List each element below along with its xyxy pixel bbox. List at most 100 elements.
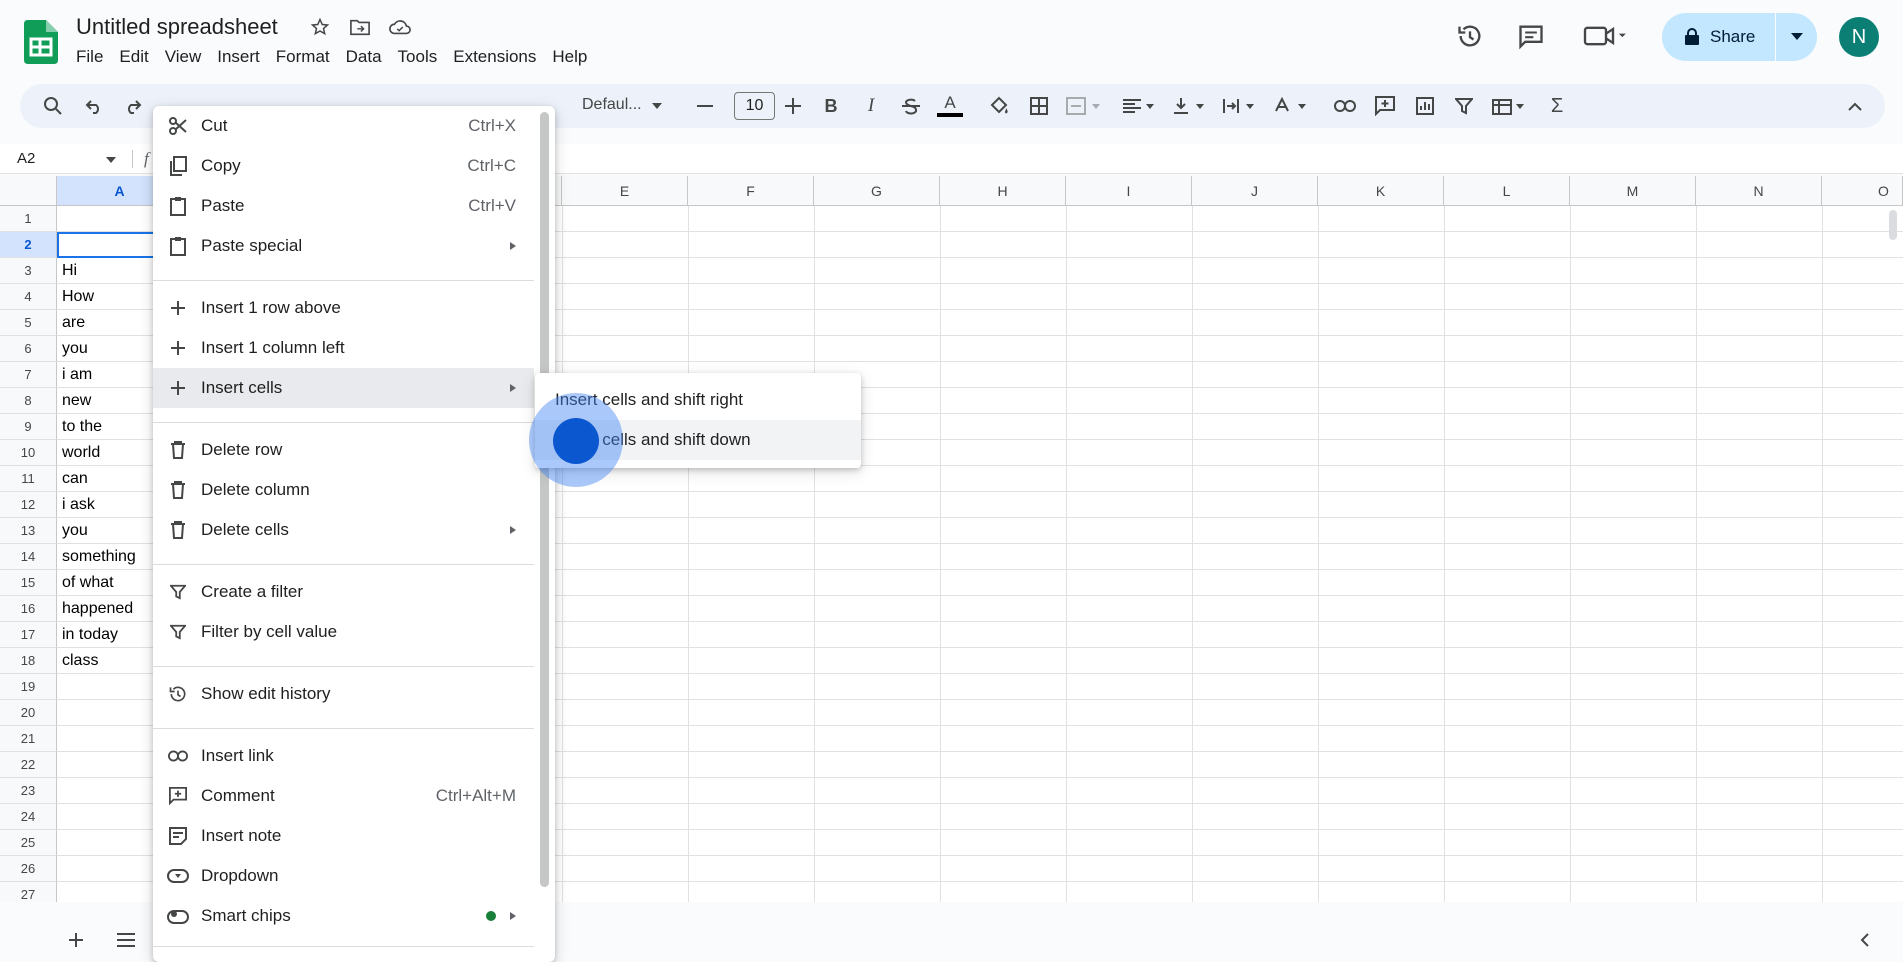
merge-cells-icon[interactable] xyxy=(1064,94,1104,118)
row-header[interactable]: 5 xyxy=(0,310,57,336)
menu-item-delete-column[interactable]: Delete column xyxy=(153,470,534,510)
menu-help[interactable]: Help xyxy=(544,46,595,68)
formula-input[interactable] xyxy=(560,146,1900,172)
row-header[interactable]: 12 xyxy=(0,492,57,518)
strikethrough-icon[interactable] xyxy=(898,94,924,118)
row-header[interactable]: 14 xyxy=(0,544,57,570)
insert-comment-icon[interactable] xyxy=(1372,94,1398,118)
comment-icon[interactable] xyxy=(1515,20,1547,52)
row-header[interactable]: 6 xyxy=(0,336,57,362)
move-folder-icon[interactable] xyxy=(348,15,372,39)
cell-a[interactable]: you xyxy=(62,336,88,362)
menu-item-delete-row[interactable]: Delete row xyxy=(153,430,534,470)
column-header[interactable]: O xyxy=(1822,176,1903,206)
menu-item-comment[interactable]: Comment Ctrl+Alt+M xyxy=(153,776,534,816)
cell-a[interactable]: world xyxy=(62,440,100,466)
bold-icon[interactable]: B xyxy=(818,94,844,118)
menu-insert[interactable]: Insert xyxy=(209,46,268,68)
side-panel-chevron-icon[interactable] xyxy=(1860,932,1870,948)
cell-a[interactable]: are xyxy=(62,310,85,336)
row-header[interactable]: 15 xyxy=(0,570,57,596)
menu-view[interactable]: View xyxy=(157,46,210,68)
cell-a[interactable]: you xyxy=(62,518,88,544)
document-title[interactable]: Untitled spreadsheet xyxy=(76,14,278,40)
share-options-chevron-icon[interactable] xyxy=(1776,13,1817,61)
row-header[interactable]: 21 xyxy=(0,726,57,752)
menu-file[interactable]: File xyxy=(68,46,111,68)
row-header[interactable]: 8 xyxy=(0,388,57,414)
column-header[interactable]: L xyxy=(1444,176,1570,206)
cell-a[interactable]: of what xyxy=(62,570,114,596)
italic-icon[interactable]: I xyxy=(858,94,884,118)
menu-item-show-edit-history[interactable]: Show edit history xyxy=(153,674,534,714)
selected-cell-a2[interactable] xyxy=(57,232,157,258)
column-header[interactable]: H xyxy=(940,176,1066,206)
row-header[interactable]: 18 xyxy=(0,648,57,674)
decrease-font-size-icon[interactable] xyxy=(692,94,718,118)
row-header[interactable]: 2 xyxy=(0,232,57,258)
column-header[interactable]: E xyxy=(562,176,688,206)
row-header[interactable]: 3 xyxy=(0,258,57,284)
search-icon[interactable] xyxy=(40,94,66,118)
row-header[interactable]: 22 xyxy=(0,752,57,778)
menu-item-paste-special[interactable]: Paste special xyxy=(153,226,534,266)
collapse-toolbar-icon[interactable] xyxy=(1842,94,1868,118)
row-header[interactable]: 25 xyxy=(0,830,57,856)
cloud-saved-icon[interactable] xyxy=(388,15,412,39)
menu-edit[interactable]: Edit xyxy=(111,46,156,68)
avatar[interactable]: N xyxy=(1839,17,1879,57)
cell-a[interactable]: to the xyxy=(62,414,102,440)
row-header[interactable]: 1 xyxy=(0,206,57,232)
cell-a[interactable]: i am xyxy=(62,362,92,388)
menu-format[interactable]: Format xyxy=(268,46,338,68)
function-icon[interactable]: Σ xyxy=(1544,94,1570,118)
star-icon[interactable] xyxy=(308,15,332,39)
font-dropdown-chevron-icon[interactable] xyxy=(644,94,670,118)
row-header[interactable]: 7 xyxy=(0,362,57,388)
row-header[interactable]: 26 xyxy=(0,856,57,882)
menu-item-delete-cells[interactable]: Delete cells xyxy=(153,510,534,550)
cell-a[interactable]: i ask xyxy=(62,492,95,518)
menu-item-create-filter[interactable]: Create a filter xyxy=(153,572,534,612)
menu-item-insert-cells[interactable]: Insert cells xyxy=(153,368,534,408)
cell-a[interactable]: something xyxy=(62,544,136,570)
row-header[interactable]: 23 xyxy=(0,778,57,804)
vertical-scrollbar[interactable] xyxy=(1889,210,1897,240)
text-rotation-icon[interactable] xyxy=(1272,94,1312,118)
undo-icon[interactable] xyxy=(81,94,107,118)
meet-icon[interactable] xyxy=(1580,20,1632,52)
menu-item-insert-column-left[interactable]: Insert 1 column left xyxy=(153,328,534,368)
text-wrapping-icon[interactable] xyxy=(1220,94,1260,118)
row-header[interactable]: 19 xyxy=(0,674,57,700)
menu-item-copy[interactable]: Copy Ctrl+C xyxy=(153,146,534,186)
menu-tools[interactable]: Tools xyxy=(390,46,446,68)
menu-item-smart-chips[interactable]: Smart chips xyxy=(153,896,534,936)
cell-a[interactable]: can xyxy=(62,466,88,492)
context-menu-scrollbar[interactable] xyxy=(540,112,549,887)
name-box-chevron-icon[interactable] xyxy=(106,157,116,163)
row-header[interactable]: 9 xyxy=(0,414,57,440)
insert-link-icon[interactable] xyxy=(1332,94,1358,118)
column-header[interactable]: I xyxy=(1066,176,1192,206)
menu-item-dropdown[interactable]: Dropdown xyxy=(153,856,534,896)
cell-a[interactable]: new xyxy=(62,388,91,414)
row-header[interactable]: 13 xyxy=(0,518,57,544)
menu-item-cut[interactable]: Cut Ctrl+X xyxy=(153,106,534,146)
menu-extensions[interactable]: Extensions xyxy=(445,46,544,68)
horizontal-align-icon[interactable] xyxy=(1120,94,1160,118)
menu-data[interactable]: Data xyxy=(338,46,390,68)
table-icon[interactable] xyxy=(1490,94,1530,118)
font-size-input[interactable]: 10 xyxy=(734,92,775,120)
vertical-align-icon[interactable] xyxy=(1170,94,1210,118)
menu-item-insert-link[interactable]: Insert link xyxy=(153,736,534,776)
share-button[interactable]: Share xyxy=(1662,13,1817,61)
column-header[interactable]: N xyxy=(1696,176,1822,206)
column-header[interactable]: J xyxy=(1192,176,1318,206)
cell-a[interactable]: happened xyxy=(62,596,133,622)
menu-item-filter-by-cell-value[interactable]: Filter by cell value xyxy=(153,612,534,652)
select-all-corner[interactable] xyxy=(0,176,57,206)
row-header[interactable]: 17 xyxy=(0,622,57,648)
row-header[interactable]: 20 xyxy=(0,700,57,726)
redo-icon[interactable] xyxy=(120,94,146,118)
column-header[interactable]: M xyxy=(1570,176,1696,206)
